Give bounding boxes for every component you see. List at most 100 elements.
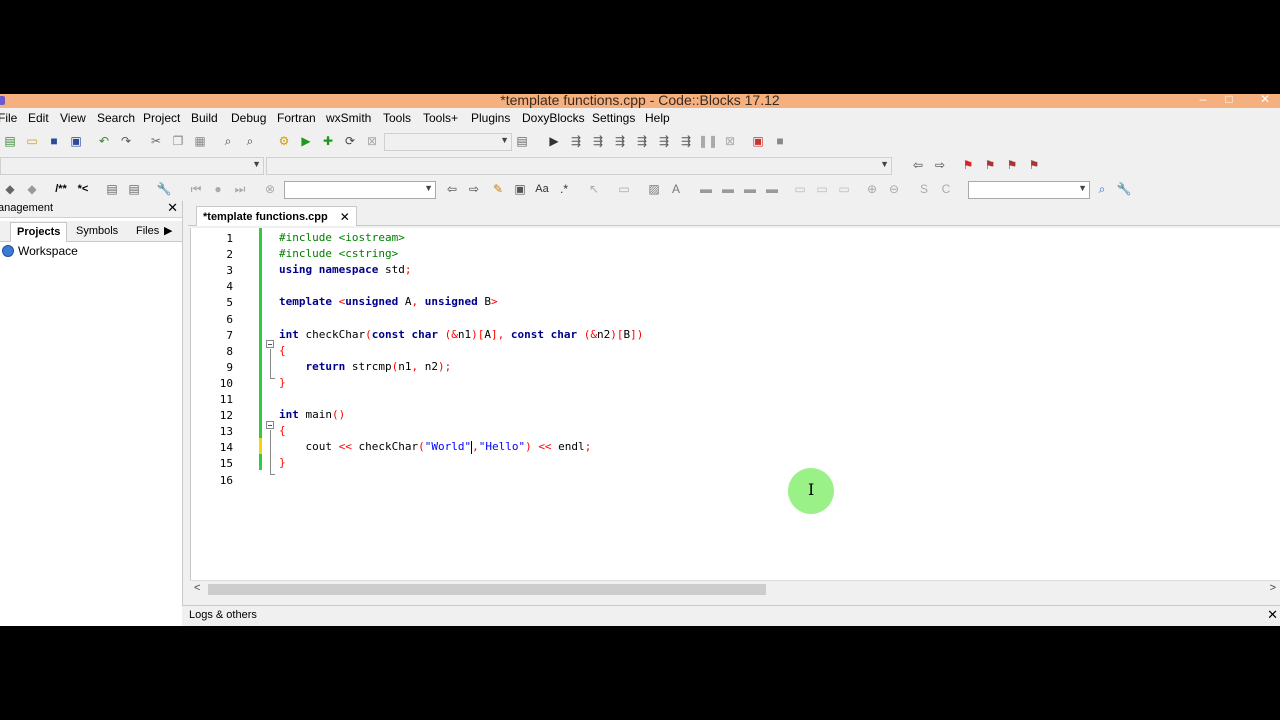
- last-icon[interactable]: ⏭: [232, 181, 248, 197]
- run-to-cursor-icon[interactable]: ⇶: [568, 133, 584, 149]
- menu-doxyblocks[interactable]: DoxyBlocks: [522, 111, 585, 125]
- tree-item-workspace[interactable]: Workspace: [0, 243, 78, 259]
- abort-icon[interactable]: ⊠: [364, 133, 380, 149]
- code-line[interactable]: return strcmp(n1, n2);: [279, 359, 452, 375]
- menu-plugins[interactable]: Plugins: [471, 111, 510, 125]
- cut-icon[interactable]: ✂: [148, 133, 164, 149]
- debug-info-icon[interactable]: ■: [772, 133, 788, 149]
- run-icon[interactable]: ▶: [298, 133, 314, 149]
- target-settings-icon[interactable]: ▤: [514, 133, 530, 149]
- find-prev-icon[interactable]: ⇦: [444, 181, 460, 197]
- redo-icon[interactable]: ↷: [118, 133, 134, 149]
- highlight-icon[interactable]: ✎: [490, 181, 506, 197]
- minimize-button[interactable]: –: [1190, 94, 1216, 106]
- code-line[interactable]: #include <iostream>: [279, 230, 405, 246]
- run-chm-icon[interactable]: ▤: [126, 181, 142, 197]
- extract-docs-icon[interactable]: ◆: [24, 181, 40, 197]
- first-icon[interactable]: ⏮: [188, 181, 204, 197]
- rebuild-icon[interactable]: ⟳: [342, 133, 358, 149]
- code-line[interactable]: #include <cstring>: [279, 246, 398, 262]
- code-line[interactable]: cout << checkChar("World","Hello") << en…: [279, 439, 591, 455]
- new-file-icon[interactable]: ▤: [2, 133, 18, 149]
- code-editor[interactable]: 1 2 3 4 5 6 7 8 9 10 11 12 13 14 15 16 #include <iostre…: [190, 228, 1280, 580]
- doxywizard-icon[interactable]: ◆: [2, 181, 18, 197]
- jump-back-icon[interactable]: ⇦: [910, 157, 926, 173]
- find-icon[interactable]: ⌕: [220, 133, 236, 149]
- run-html-icon[interactable]: ▤: [104, 181, 120, 197]
- selected-text-icon[interactable]: ▣: [512, 181, 528, 197]
- close-button[interactable]: ✕: [1252, 94, 1278, 106]
- menu-tools-plus[interactable]: Tools+: [423, 111, 458, 125]
- menu-edit[interactable]: Edit: [28, 111, 49, 125]
- menu-help[interactable]: Help: [645, 111, 670, 125]
- menu-wxsmith[interactable]: wxSmith: [326, 111, 371, 125]
- paste-icon[interactable]: ▦: [192, 133, 208, 149]
- close-tab-icon[interactable]: ✕: [340, 210, 350, 224]
- code-area[interactable]: #include <iostream> #include <cstring> usi…: [279, 228, 1279, 580]
- code-line[interactable]: }: [279, 455, 286, 471]
- toggle-bookmark-icon[interactable]: ⚑: [960, 157, 976, 173]
- tab-scroll-right-icon[interactable]: ▶: [158, 222, 178, 240]
- menu-file[interactable]: File: [0, 111, 17, 125]
- line-comment-icon[interactable]: *<: [74, 181, 92, 197]
- scroll-right-icon[interactable]: >: [1270, 582, 1276, 594]
- prev-bookmark-icon[interactable]: ⚑: [982, 157, 998, 173]
- code-line[interactable]: template <unsigned A, unsigned B>: [279, 294, 498, 310]
- build-target-select[interactable]: ▼: [384, 133, 512, 151]
- menu-settings[interactable]: Settings: [592, 111, 635, 125]
- zoom-in-icon[interactable]: ⊕: [864, 181, 880, 197]
- doxy-config-icon[interactable]: 🔧: [156, 181, 172, 197]
- step-instruction-icon[interactable]: ⇶: [678, 133, 694, 149]
- regex-icon[interactable]: .*: [556, 181, 572, 197]
- layout1-icon[interactable]: ▬: [698, 181, 714, 197]
- layout3-icon[interactable]: ▬: [742, 181, 758, 197]
- fold-toggle[interactable]: [266, 340, 274, 348]
- layout4-icon[interactable]: ▬: [764, 181, 780, 197]
- save-icon[interactable]: ■: [46, 133, 62, 149]
- symbol-search-combo[interactable]: ▼: [968, 181, 1090, 199]
- clear-icon[interactable]: ⊗: [262, 181, 278, 197]
- rect-select-icon[interactable]: ▭: [616, 181, 632, 197]
- undo-icon[interactable]: ↶: [96, 133, 112, 149]
- text-icon[interactable]: A: [668, 181, 684, 197]
- close-icon[interactable]: ✕: [167, 200, 178, 216]
- scroll-left-icon[interactable]: <: [194, 582, 200, 594]
- next-line-icon[interactable]: ⇶: [590, 133, 606, 149]
- step-out-icon[interactable]: ⇶: [634, 133, 650, 149]
- shape2-icon[interactable]: ▭: [814, 181, 830, 197]
- block-comment-icon[interactable]: /**: [52, 181, 70, 197]
- menu-tools[interactable]: Tools: [383, 111, 411, 125]
- s-icon[interactable]: S: [916, 181, 932, 197]
- horizontal-scrollbar[interactable]: < >: [190, 580, 1280, 598]
- code-line[interactable]: int main(): [279, 407, 345, 423]
- shape1-icon[interactable]: ▭: [792, 181, 808, 197]
- clear-bookmarks-icon[interactable]: ⚑: [1026, 157, 1042, 173]
- function-select[interactable]: ▼: [266, 157, 892, 175]
- jump-forward-icon[interactable]: ⇨: [932, 157, 948, 173]
- next-bookmark-icon[interactable]: ⚑: [1004, 157, 1020, 173]
- code-line[interactable]: using namespace std;: [279, 262, 411, 278]
- menu-debug[interactable]: Debug: [231, 111, 266, 125]
- build-run-icon[interactable]: ✚: [320, 133, 336, 149]
- code-line[interactable]: {: [279, 423, 286, 439]
- c-icon[interactable]: C: [938, 181, 954, 197]
- pause-icon[interactable]: ❚❚: [698, 133, 718, 149]
- menu-project[interactable]: Project: [143, 111, 180, 125]
- search-combo[interactable]: ▼: [284, 181, 436, 199]
- menu-search[interactable]: Search: [97, 111, 135, 125]
- close-icon[interactable]: ✕: [1267, 607, 1278, 623]
- pointer-icon[interactable]: ↖: [586, 181, 602, 197]
- scroll-thumb[interactable]: [208, 584, 766, 595]
- fold-toggle[interactable]: [266, 421, 274, 429]
- shape3-icon[interactable]: ▭: [836, 181, 852, 197]
- editor-tab[interactable]: *template functions.cpp ✕: [196, 206, 357, 226]
- code-line[interactable]: }: [279, 375, 286, 391]
- zoom-out-icon[interactable]: ⊖: [886, 181, 902, 197]
- match-case-icon[interactable]: Aa: [534, 181, 550, 197]
- stop-debug-icon[interactable]: ⊠: [722, 133, 738, 149]
- debug-start-icon[interactable]: ▶: [546, 133, 562, 149]
- scope-select[interactable]: ▼: [0, 157, 264, 175]
- next-instruction-icon[interactable]: ⇶: [656, 133, 672, 149]
- maximize-button[interactable]: □: [1216, 94, 1242, 106]
- open-file-icon[interactable]: ▭: [24, 133, 40, 149]
